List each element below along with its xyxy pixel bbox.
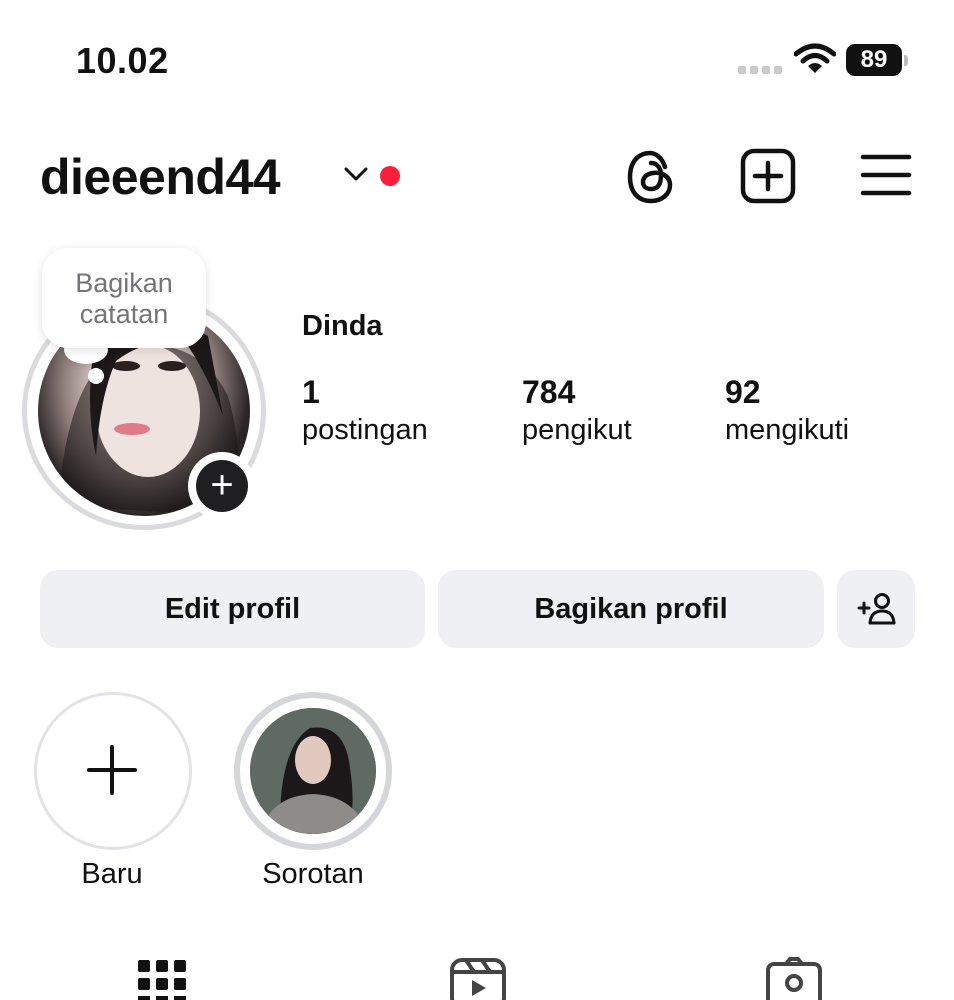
reels-icon[interactable] [448, 956, 508, 1000]
stat-following-label: mengikuti [725, 414, 850, 446]
highlight-label-sorotan: Sorotan [262, 858, 364, 890]
notification-dot [380, 166, 400, 186]
stat-followers[interactable]: 784 pengikut [522, 374, 632, 450]
note-bubble[interactable]: Bagikan catatan [42, 248, 206, 348]
wifi-icon [794, 43, 836, 73]
chevron-down-icon[interactable] [342, 164, 370, 184]
share-profile-button[interactable]: Bagikan profil [438, 570, 824, 648]
highlight-photo [250, 708, 376, 834]
highlight-label-new: Baru [81, 858, 143, 890]
discover-people-button[interactable] [837, 570, 915, 648]
stat-posts-label: postingan [302, 414, 428, 446]
note-text-line2: catatan [79, 299, 169, 329]
menu-icon[interactable] [860, 152, 912, 198]
threads-icon[interactable] [624, 148, 678, 206]
stat-followers-value: 784 [522, 374, 576, 410]
username-title[interactable]: dieeend44 [40, 148, 281, 206]
add-person-icon [857, 593, 896, 625]
stat-following-value: 92 [725, 374, 761, 410]
display-name: Dinda [302, 310, 383, 342]
note-text-line1: Bagikan [75, 268, 173, 298]
status-time: 10.02 [76, 40, 169, 81]
signal-icon [738, 66, 782, 74]
stat-posts-value: 1 [302, 374, 320, 410]
note-bubble-tail-dot [88, 368, 104, 384]
grid-icon[interactable] [132, 956, 192, 1000]
add-post-icon[interactable] [740, 148, 796, 204]
battery-tip [904, 55, 908, 66]
tagged-icon[interactable] [764, 956, 824, 1000]
plus-icon [87, 745, 137, 795]
highlight-cover-image[interactable] [250, 708, 376, 834]
battery-icon: 89 [846, 44, 902, 76]
edit-profile-button[interactable]: Edit profil [40, 570, 425, 648]
stat-following[interactable]: 92 mengikuti [725, 374, 849, 450]
plus-icon[interactable]: + [196, 460, 248, 512]
stat-followers-label: pengikut [522, 414, 632, 446]
stat-posts[interactable]: 1 postingan [302, 374, 428, 450]
